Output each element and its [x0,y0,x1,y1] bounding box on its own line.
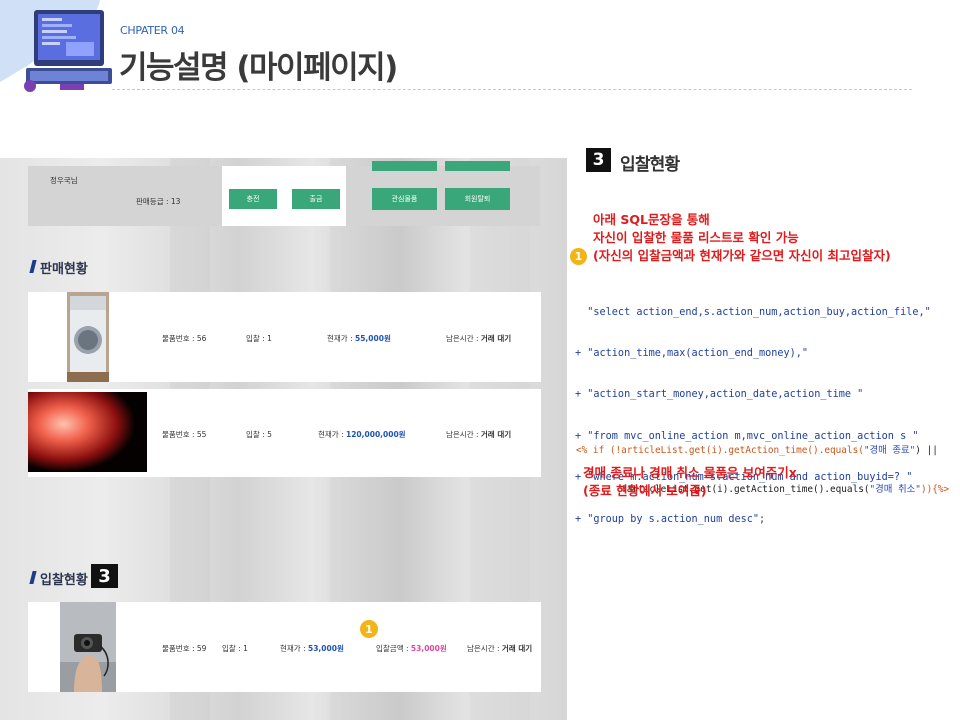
current-price: 현재가 : 53,000원 [280,644,344,653]
jsp-line: <% if (!articleList.get(i).getAction_tim… [576,445,938,456]
note-line: 자신이 입찰한 물품 리스트로 확인 가능 [593,230,799,245]
current-price: 현재가 : 55,000원 [327,334,391,343]
chapter-label: CHPATER 04 [120,24,185,37]
computer-illustration-icon [0,0,112,92]
item-number: 물품번호 : 59 [162,644,207,653]
sales-section-title: 판매현황 [40,262,88,277]
washing-machine-image [67,292,109,382]
menu-button-top-1[interactable] [372,161,437,171]
user-name: 정우국님 [50,176,78,185]
seller-grade: 판매등급 : 13 [136,197,181,206]
bid-count: 입찰 : 1 [222,644,248,653]
header-divider [112,89,912,90]
withdrawal-button[interactable]: 회원탈퇴 [445,188,510,210]
bid-amount: 입찰금액 : 53,000원 [376,644,447,653]
camera-image [60,602,116,692]
current-price: 현재가 : 120,000,000원 [318,430,406,439]
sql-line: + "action_time,max(action_end_money)," [575,347,809,359]
charge-button[interactable]: 충전 [229,189,277,209]
remaining-time: 남은시간 : 거래 대기 [446,334,512,343]
explanation-title: 입찰현황 [620,155,680,175]
section-marker [29,571,37,584]
wishlist-button[interactable]: 관심물품 [372,188,437,210]
note-line: (자신의 입찰금액과 현재가와 같으면 자신이 최고입찰자) [593,248,891,263]
red-light-image [28,392,147,472]
remaining-time: 남은시간 : 거래 대기 [446,430,512,439]
item-number: 물품번호 : 56 [162,334,207,343]
note-line: 아래 SQL문장을 통해 [593,212,710,227]
footer-note-line: (종료 현황에서 보여줌) [583,483,707,498]
withdraw-button[interactable]: 출금 [292,189,340,209]
menu-button-top-2[interactable] [445,161,510,171]
bid-section-badge: 3 [91,564,118,588]
remaining-time: 남은시간 : 거래 대기 [467,644,533,653]
bid-count: 입찰 : 1 [246,334,272,343]
marker-badge: 1 [360,620,378,638]
page-title: 기능설명 (마이페이지) [119,50,398,86]
mypage-screenshot: 정우국님 판매등급 : 13 충전 출금 관심물품 회원탈퇴 판매현황 물품번호… [0,158,567,720]
marker-badge: 1 [570,248,587,265]
section-marker [29,260,37,273]
explanation-badge: 3 [586,148,611,172]
footer-note-line: 경매 종료나 경매 취소 물품은 보여주기x [583,465,797,480]
sql-line: + "group by s.action_num desc"; [575,513,766,525]
bid-section-title: 입찰현황 [40,573,88,588]
item-number: 물품번호 : 55 [162,430,207,439]
sql-line: "select action_end,s.action_num,action_b… [575,306,931,318]
sql-line: + "action_start_money,action_date,action… [575,389,864,401]
bid-count: 입찰 : 5 [246,430,272,439]
